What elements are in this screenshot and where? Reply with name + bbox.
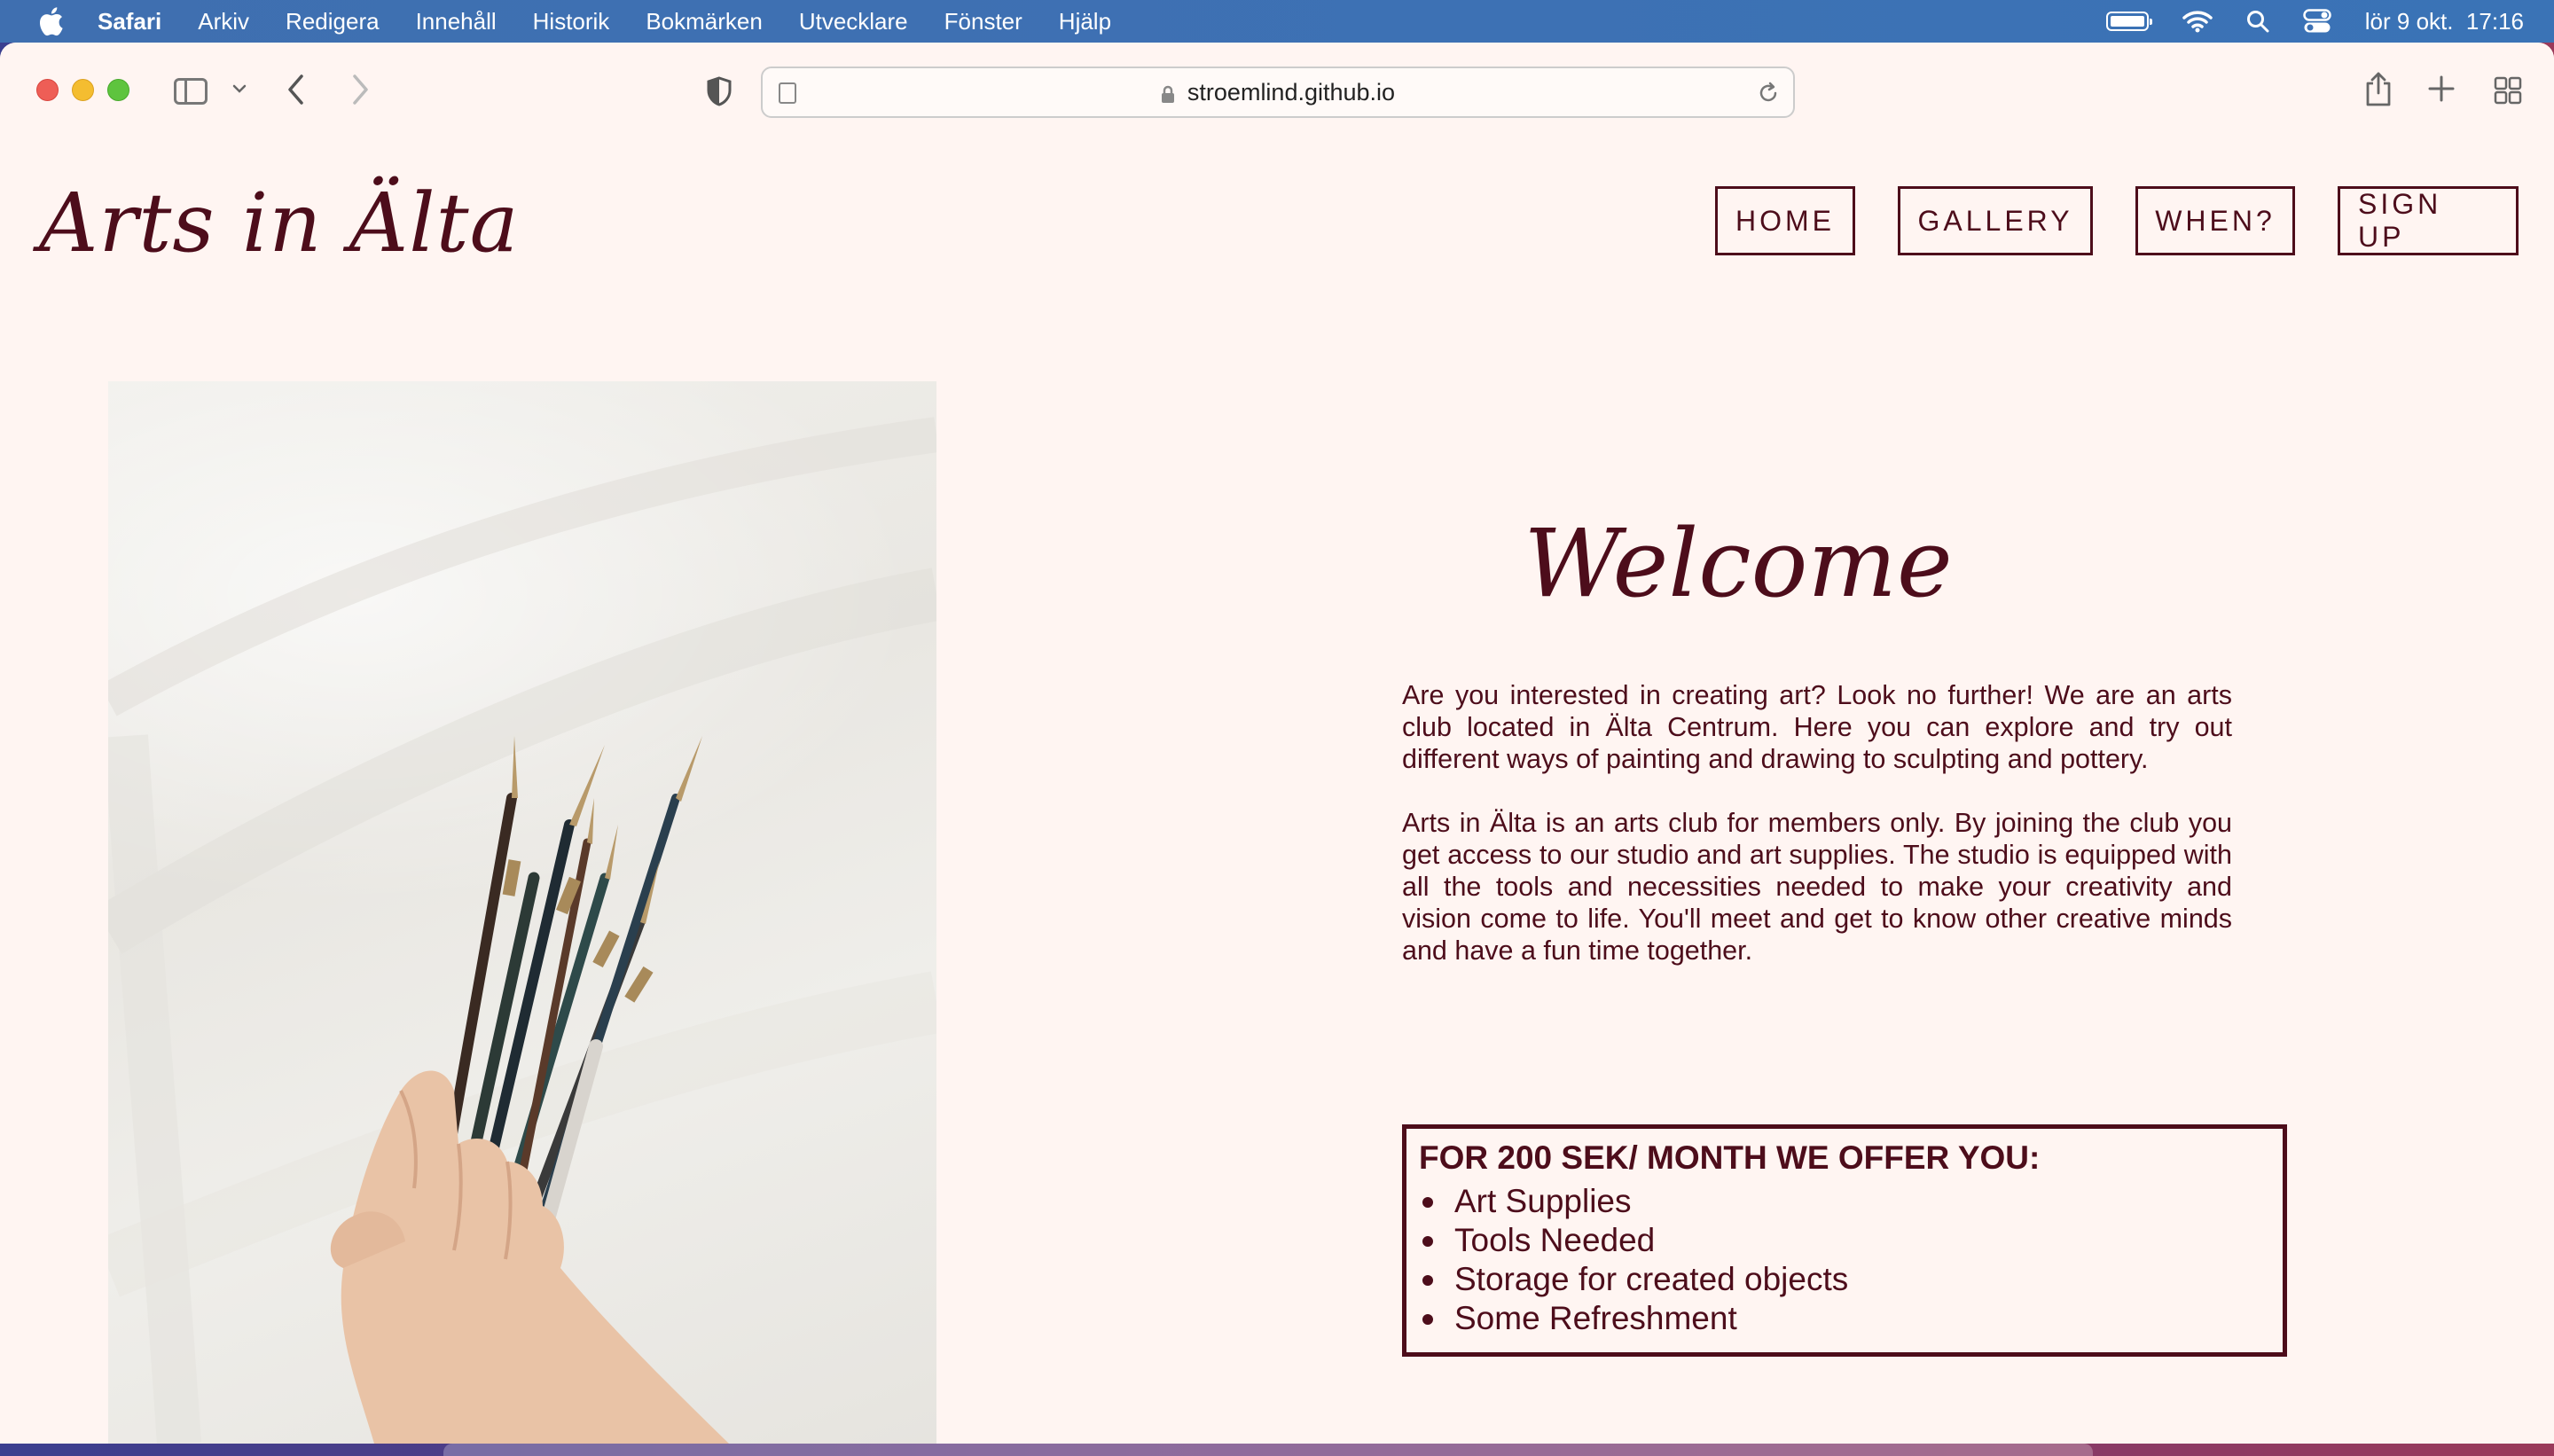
chevron-down-icon[interactable]: [231, 80, 248, 98]
address-bar[interactable]: stroemlind.github.io: [761, 67, 1795, 118]
offer-item-refreshment: Some Refreshment: [1419, 1299, 2270, 1338]
offer-box: FOR 200 SEK/ MONTH WE OFFER YOU: Art Sup…: [1402, 1124, 2287, 1357]
tab-overview-icon[interactable]: [2494, 76, 2522, 105]
offer-heading: FOR 200 SEK/ MONTH WE OFFER YOU:: [1419, 1139, 2041, 1176]
welcome-heading: Welcome: [1524, 509, 1953, 618]
apple-logo-icon[interactable]: [37, 6, 64, 36]
offer-list: Art Supplies Tools Needed Storage for cr…: [1419, 1182, 2270, 1338]
hero-image-paintbrushes: [108, 381, 936, 1444]
intro-paragraph: Are you interested in creating art? Look…: [1402, 680, 2232, 774]
privacy-shield-icon[interactable]: [706, 76, 733, 106]
menu-utvecklare[interactable]: Utvecklare: [799, 8, 908, 35]
menu-arkiv[interactable]: Arkiv: [198, 8, 249, 35]
offer-item-art-supplies: Art Supplies: [1419, 1182, 2270, 1221]
paintbrushes-in-hand-illustration: [108, 417, 936, 1444]
membership-paragraph: Arts in Älta is an arts club for members…: [1402, 808, 2232, 966]
sidebar-toggle-icon[interactable]: [174, 78, 208, 105]
nav-home-button[interactable]: HOME: [1715, 186, 1855, 255]
menu-historik[interactable]: Historik: [533, 8, 610, 35]
page-menu-icon[interactable]: [779, 82, 796, 104]
offer-item-tools-needed: Tools Needed: [1419, 1221, 2270, 1260]
spotlight-search-icon[interactable]: [2246, 10, 2269, 33]
menu-bar: Safari Arkiv Redigera Innehåll Historik …: [0, 0, 2554, 43]
zoom-window-button[interactable]: [107, 79, 129, 101]
menu-bokmarken[interactable]: Bokmärken: [646, 8, 763, 35]
web-page: Arts in Älta HOME GALLERY WHEN? SIGN UP: [0, 137, 2554, 1444]
menu-hjalp[interactable]: Hjälp: [1059, 8, 1111, 35]
reload-icon[interactable]: [1756, 81, 1781, 106]
control-center-icon[interactable]: [2303, 9, 2331, 34]
minimize-window-button[interactable]: [72, 79, 94, 101]
wifi-icon[interactable]: [2182, 10, 2213, 33]
url-text[interactable]: stroemlind.github.io: [1187, 79, 1395, 106]
menu-innehall[interactable]: Innehåll: [416, 8, 497, 35]
menu-app-safari[interactable]: Safari: [98, 8, 161, 35]
new-tab-plus-icon[interactable]: [2427, 74, 2456, 103]
nav-signup-button[interactable]: SIGN UP: [2338, 186, 2519, 255]
share-icon[interactable]: [2364, 71, 2393, 106]
forward-button-icon[interactable]: [349, 73, 371, 106]
site-nav: HOME GALLERY WHEN? SIGN UP: [1715, 186, 2519, 255]
battery-icon[interactable]: [2105, 12, 2152, 31]
nav-gallery-button[interactable]: GALLERY: [1898, 186, 2093, 255]
site-title[interactable]: Arts in Älta: [39, 176, 519, 270]
browser-toolbar: stroemlind.github.io: [0, 43, 2554, 137]
close-window-button[interactable]: [36, 79, 59, 101]
menu-redigera[interactable]: Redigera: [286, 8, 380, 35]
nav-when-button[interactable]: WHEN?: [2135, 186, 2295, 255]
menu-fonster[interactable]: Fönster: [944, 8, 1022, 35]
lock-icon: [1161, 85, 1174, 103]
menubar-clock[interactable]: lör 9 okt. 17:16: [2365, 8, 2524, 35]
offer-item-storage: Storage for created objects: [1419, 1260, 2270, 1299]
back-button-icon[interactable]: [286, 73, 307, 106]
dock-edge: [443, 1444, 2093, 1456]
safari-window: stroemlind.github.io Arts in Älta HOME G…: [0, 43, 2554, 1444]
